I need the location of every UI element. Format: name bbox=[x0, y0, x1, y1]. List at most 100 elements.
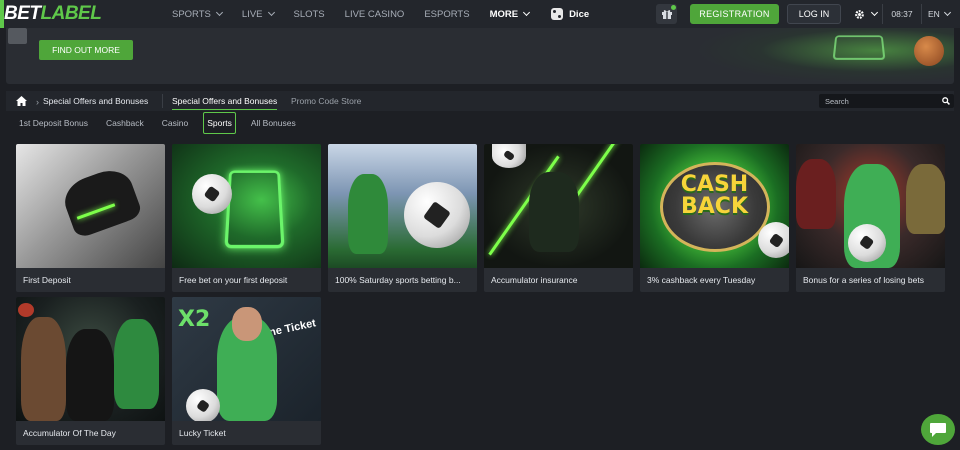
bonus-card[interactable]: Accumulator insurance bbox=[484, 144, 633, 292]
ball-graphic bbox=[186, 389, 220, 421]
x2-graphic-text: X2 bbox=[178, 307, 211, 332]
ball-graphic bbox=[492, 144, 526, 168]
face-graphic bbox=[232, 307, 262, 341]
tab-promo-code-store[interactable]: Promo Code Store bbox=[291, 96, 361, 106]
field-graphic bbox=[224, 170, 285, 249]
bonus-card-image bbox=[328, 144, 477, 268]
nav-live[interactable]: LIVE bbox=[241, 8, 275, 20]
home-icon[interactable] bbox=[16, 96, 27, 106]
filter-casino[interactable]: Casino bbox=[159, 114, 191, 132]
logo-label-text: LABEL bbox=[40, 3, 102, 24]
player-graphic bbox=[114, 319, 159, 409]
promo-banner: FIND OUT MORE bbox=[6, 28, 954, 84]
nav-live-casino-label: LIVE CASINO bbox=[344, 8, 405, 20]
filter-all-bonuses[interactable]: All Bonuses bbox=[248, 114, 299, 132]
player-graphic bbox=[796, 159, 836, 229]
filter-cashback[interactable]: Cashback bbox=[103, 114, 147, 132]
bonus-card[interactable]: 100% Saturday sports betting b... bbox=[328, 144, 477, 292]
gift-button[interactable] bbox=[656, 4, 677, 24]
bonus-card-image: CASH BACK bbox=[640, 144, 789, 268]
language-selector[interactable]: EN bbox=[928, 4, 951, 24]
cashback-logo-text: CASH BACK bbox=[662, 174, 767, 218]
nav-slots[interactable]: SLOTS bbox=[294, 9, 325, 20]
site-logo[interactable]: BET LABEL bbox=[4, 2, 102, 26]
banner-field-graphic bbox=[832, 35, 886, 60]
nav-esports-label: ESPORTS bbox=[424, 8, 470, 20]
breadcrumb-current: Special Offers and Bonuses bbox=[43, 96, 149, 106]
bonus-card-title: Free bet on your first deposit bbox=[179, 275, 288, 285]
player-graphic bbox=[906, 164, 945, 234]
banner-ball-graphic bbox=[914, 36, 944, 66]
bonus-card-image bbox=[16, 297, 165, 421]
chevron-down-icon bbox=[267, 8, 275, 17]
chat-bubble-icon bbox=[930, 422, 946, 437]
nav-live-casino[interactable]: LIVE CASINO bbox=[345, 9, 405, 20]
bonus-card-image: X2 Fortune Ticket bbox=[172, 297, 321, 421]
nav-sports[interactable]: SPORTS bbox=[172, 8, 223, 20]
notification-dot bbox=[671, 5, 676, 10]
player-graphic bbox=[21, 317, 66, 421]
bonus-card-title: Accumulator insurance bbox=[491, 275, 578, 285]
nav-esports[interactable]: ESPORTS bbox=[424, 9, 469, 20]
filter-sports[interactable]: Sports bbox=[203, 112, 236, 134]
chevron-right-icon: › bbox=[36, 97, 39, 107]
bonus-card-image bbox=[796, 144, 945, 268]
bonus-card[interactable]: Free bet on your first deposit bbox=[172, 144, 321, 292]
ball-graphic bbox=[758, 222, 789, 258]
find-out-more-button[interactable]: FIND OUT MORE bbox=[39, 40, 133, 60]
ball-graphic bbox=[404, 182, 470, 248]
registration-button[interactable]: REGISTRATION bbox=[690, 4, 779, 24]
ball-graphic bbox=[848, 224, 886, 262]
bonus-card[interactable]: Bonus for a series of losing bets bbox=[796, 144, 945, 292]
dice-icon bbox=[551, 8, 564, 20]
ball-graphic bbox=[192, 174, 232, 214]
top-header: BET LABEL SPORTS LIVE SLOTS LIVE CASINO E… bbox=[0, 0, 960, 28]
nav-sports-label: SPORTS bbox=[172, 8, 211, 20]
bonus-filter-tabs: 1st Deposit Bonus Cashback Casino Sports… bbox=[16, 112, 311, 134]
chevron-down-icon bbox=[523, 8, 531, 17]
settings-menu[interactable] bbox=[854, 4, 879, 24]
nav-live-label: LIVE bbox=[241, 8, 263, 20]
bonus-card-image bbox=[172, 144, 321, 268]
banner-back-tab[interactable] bbox=[8, 28, 27, 44]
bonus-card[interactable]: Accumulator Of The Day bbox=[16, 297, 165, 445]
login-button[interactable]: LOG IN bbox=[787, 4, 841, 24]
bonus-card-title: 3% cashback every Tuesday bbox=[647, 275, 756, 285]
player-graphic bbox=[58, 163, 144, 240]
nav-dice[interactable]: Dice bbox=[551, 8, 589, 20]
bonus-card-title: First Deposit bbox=[23, 275, 71, 285]
breadcrumb-bar: › Special Offers and Bonuses Special Off… bbox=[6, 91, 954, 111]
bonus-card-image bbox=[16, 144, 165, 268]
nav-more-label: MORE bbox=[489, 8, 519, 20]
player-graphic bbox=[66, 329, 114, 421]
language-label: EN bbox=[928, 9, 940, 19]
bonus-card-image bbox=[484, 144, 633, 268]
gift-icon bbox=[661, 10, 672, 19]
nav-slots-label: SLOTS bbox=[293, 8, 325, 20]
chat-button[interactable] bbox=[921, 414, 955, 445]
bonus-card[interactable]: CASH BACK 3% cashback every Tuesday bbox=[640, 144, 789, 292]
nav-more[interactable]: MORE bbox=[489, 8, 531, 20]
clock: 08:37 bbox=[882, 4, 922, 24]
player-graphic bbox=[348, 174, 388, 254]
chevron-down-icon bbox=[943, 8, 951, 17]
bonus-card-title: Accumulator Of The Day bbox=[23, 428, 116, 438]
search-input[interactable] bbox=[825, 96, 935, 106]
player-graphic bbox=[529, 172, 579, 252]
main-nav: SPORTS LIVE SLOTS LIVE CASINO ESPORTS MO… bbox=[172, 0, 589, 28]
logo-bet-text: BET bbox=[4, 3, 41, 24]
chevron-down-icon bbox=[215, 8, 223, 17]
bonus-card-title: 100% Saturday sports betting b... bbox=[335, 275, 461, 285]
tab-special-offers[interactable]: Special Offers and Bonuses bbox=[172, 96, 278, 110]
search-icon[interactable] bbox=[942, 97, 950, 105]
bonus-card-title: Lucky Ticket bbox=[179, 428, 226, 438]
divider bbox=[162, 94, 163, 108]
chevron-down-icon bbox=[870, 8, 879, 17]
bonus-card[interactable]: First Deposit bbox=[16, 144, 165, 292]
filter-1st-deposit-bonus[interactable]: 1st Deposit Bonus bbox=[16, 114, 91, 132]
nav-dice-label: Dice bbox=[569, 8, 590, 20]
bonus-card[interactable]: X2 Fortune Ticket Lucky Ticket bbox=[172, 297, 321, 445]
glove-graphic bbox=[18, 303, 34, 317]
bonus-card-title: Bonus for a series of losing bets bbox=[803, 275, 924, 285]
cashback-line-2: BACK bbox=[681, 194, 748, 219]
